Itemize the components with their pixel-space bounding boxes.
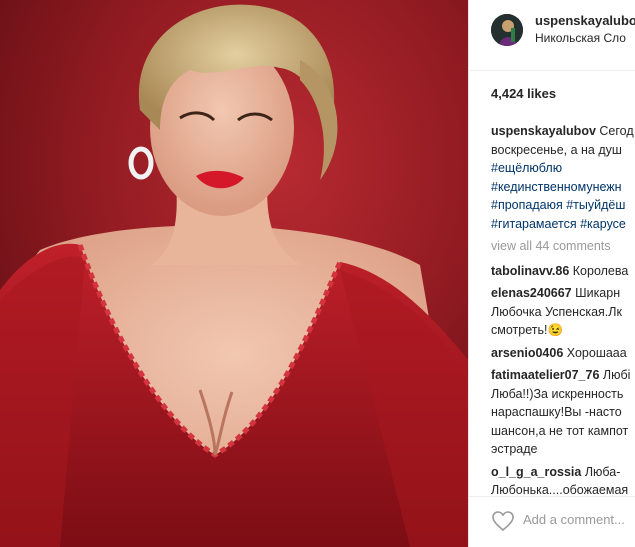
comment-text-line: Любочка Успенская.Лк	[491, 304, 622, 319]
comment-username-link[interactable]: arsenio0406	[491, 346, 563, 360]
caption-text-line: воскресенье, а на душ	[491, 142, 622, 157]
comment-text-line: Люба!!)За искренность	[491, 386, 624, 401]
comment-username-link[interactable]: elenas240667	[491, 286, 572, 300]
post-location-link[interactable]: Никольская Сло	[535, 31, 626, 45]
hashtag-link[interactable]: #карусе	[580, 217, 626, 231]
caption: uspenskayalubov Сегод воскресенье, а на …	[491, 122, 635, 233]
post-side-panel: uspenskayalubov Никольская Сло 4,424 lik…	[468, 0, 635, 547]
comment-username-link[interactable]: tabolinavv.86	[491, 264, 569, 278]
comment-text: Любі	[602, 368, 631, 382]
comment-text: Шикарн	[575, 286, 621, 300]
likes-count[interactable]: 4,424 likes	[491, 86, 556, 101]
hashtag-link[interactable]: #кединственномунежн	[491, 178, 635, 197]
comment-text: Королева	[572, 263, 629, 278]
comment-text-line: шансон,а не тот кампот	[491, 423, 629, 438]
comment-item: tabolinavv.86 Королева	[491, 262, 635, 281]
add-comment-input[interactable]: Add a comment...	[523, 512, 625, 527]
view-all-comments-link[interactable]: view all 44 comments	[491, 237, 635, 256]
caption-username-link[interactable]: uspenskayalubov	[491, 124, 596, 138]
comment-text-line: смотреть!😉	[491, 323, 564, 337]
post-photo[interactable]	[0, 0, 468, 547]
photo-illustration	[0, 0, 468, 547]
post-header: uspenskayalubov Никольская Сло	[469, 0, 635, 71]
heart-outline-icon[interactable]	[491, 509, 515, 533]
hashtag-link[interactable]: #тыуйдёш	[566, 198, 625, 212]
hashtag-link[interactable]: #пропадаюя	[491, 198, 563, 212]
avatar[interactable]	[491, 14, 523, 46]
comments-list: uspenskayalubov Сегод воскресенье, а на …	[491, 122, 635, 504]
comment-text: Хорошааа	[566, 345, 627, 360]
comment-item: o_l_g_a_rossia Люба- Любонька....обожаем…	[491, 463, 635, 500]
comment-text-line: нараспашку!Вы -насто	[491, 405, 622, 419]
comment-item: arsenio0406 Хорошааа	[491, 344, 635, 363]
caption-text: Сегод	[599, 124, 634, 138]
post-username-link[interactable]: uspenskayalubov	[535, 13, 635, 28]
comment-username-link[interactable]: fatimaatelier07_76	[491, 368, 599, 382]
comment-username-link[interactable]: o_l_g_a_rossia	[491, 465, 581, 479]
avatar-image-icon	[491, 14, 523, 46]
hashtag-link[interactable]: #гитарамается	[491, 217, 577, 231]
hashtag-row: #пропадаюя #тыуйдёш	[491, 196, 635, 215]
post-actions-footer: Add a comment...	[469, 496, 635, 547]
comment-item: fatimaatelier07_76 Любі Люба!!)За искрен…	[491, 366, 635, 459]
comment-text: Люба-	[584, 464, 621, 479]
comment-item: elenas240667 Шикарн Любочка Успенская.Лк…	[491, 284, 635, 340]
hashtag-row: #гитарамается #карусе	[491, 215, 635, 234]
comment-text-line: эстраде	[491, 442, 538, 456]
hashtag-link[interactable]: #ещёлюблю	[491, 159, 635, 178]
